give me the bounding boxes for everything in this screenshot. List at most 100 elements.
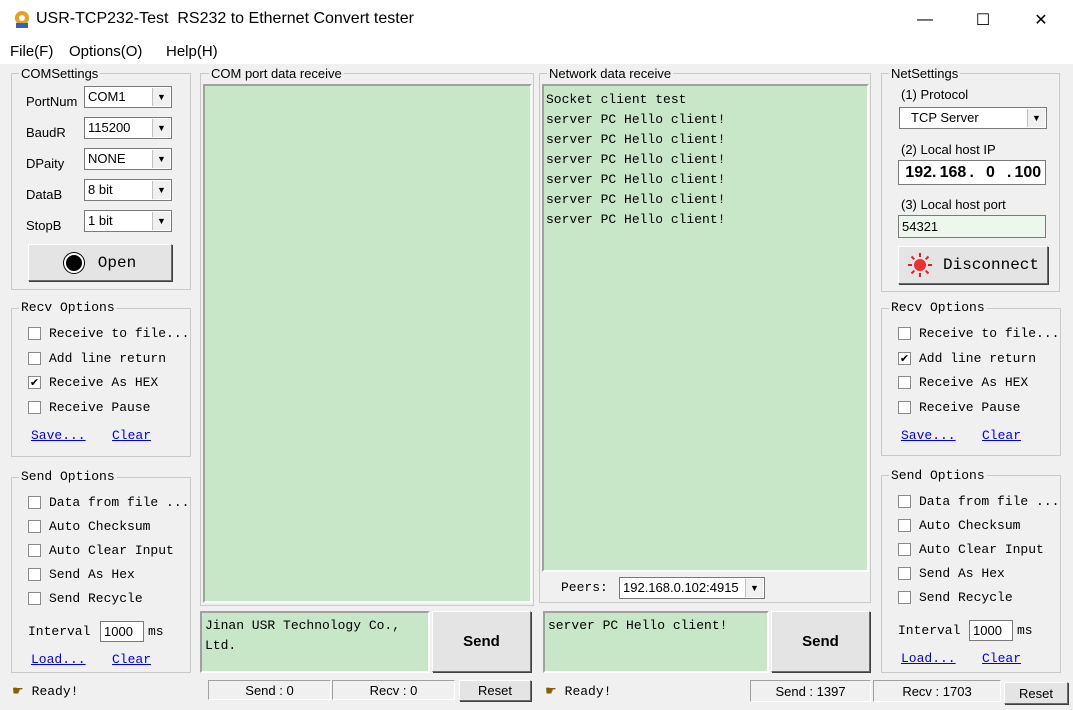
checkbox[interactable] — [28, 327, 41, 340]
checkbox[interactable]: ✔ — [898, 351, 911, 365]
checkbox[interactable] — [28, 568, 41, 581]
close-button[interactable]: ✕ — [1012, 0, 1070, 40]
right-send-clear-link[interactable]: Clear — [982, 651, 1021, 666]
local-ip-input[interactable]: 192. 168. 0. 100 — [898, 160, 1046, 185]
right-recv-option-label: Receive As HEX — [919, 375, 1029, 390]
right-interval-input[interactable]: 1000 — [969, 620, 1013, 641]
open-label: Open — [97, 253, 137, 272]
right-send-option-3[interactable]: Send As Hex — [898, 566, 1005, 581]
checkbox[interactable] — [28, 400, 41, 414]
right-save-link[interactable]: Save... — [901, 428, 956, 443]
disconnect-button[interactable]: Disconnect — [898, 246, 1048, 284]
checkbox[interactable] — [28, 544, 41, 557]
com-receive-area[interactable] — [203, 84, 532, 603]
right-send-option-label: Send As Hex — [919, 566, 1005, 581]
chevron-down-icon[interactable]: ▼ — [152, 181, 170, 199]
right-send-option-label: Auto Clear Input — [919, 542, 1044, 557]
ip-octet-1[interactable]: 192 — [899, 164, 932, 182]
chevron-down-icon[interactable]: ▼ — [745, 579, 763, 597]
right-reset-button[interactable]: Reset — [1004, 682, 1068, 704]
checkbox[interactable] — [28, 496, 41, 509]
chevron-down-icon[interactable]: ▼ — [152, 150, 170, 168]
checkbox[interactable] — [898, 567, 911, 580]
left-save-link[interactable]: Save... — [31, 428, 86, 443]
dpaity-select[interactable]: NONE ▼ — [84, 148, 172, 170]
baudr-select[interactable]: 115200 ▼ — [84, 117, 172, 139]
disconnect-label: Disconnect — [942, 256, 1039, 274]
net-send-input[interactable]: server PC Hello client! — [543, 611, 769, 673]
left-recv-option-3[interactable]: Receive Pause — [28, 400, 150, 415]
portnum-select[interactable]: COM1 ▼ — [84, 86, 172, 108]
net-send-button[interactable]: Send — [771, 611, 870, 672]
checkbox[interactable] — [898, 376, 911, 389]
right-send-option-1[interactable]: Auto Checksum — [898, 518, 1020, 533]
checkbox[interactable] — [898, 327, 911, 340]
left-recv-option-2[interactable]: ✔ Receive As HEX — [28, 375, 158, 390]
left-send-option-4[interactable]: Send Recycle — [28, 591, 143, 606]
checkbox[interactable] — [28, 592, 41, 605]
right-send-option-0[interactable]: Data from file ... — [898, 494, 1059, 509]
left-send-option-0[interactable]: Data from file ... — [28, 495, 189, 510]
left-load-link[interactable]: Load... — [31, 652, 86, 667]
checkbox[interactable]: ✔ — [28, 376, 41, 389]
com-send-button[interactable]: Send — [432, 611, 531, 672]
left-send-option-1[interactable]: Auto Checksum — [28, 519, 150, 534]
checkbox[interactable] — [28, 351, 41, 365]
menu-file[interactable]: File(F) — [10, 43, 53, 60]
com-send-input[interactable]: Jinan USR Technology Co., Ltd. — [200, 611, 430, 673]
protocol-select[interactable]: TCP Server ▼ — [899, 107, 1047, 129]
left-send-option-label: Auto Checksum — [49, 519, 151, 534]
open-button[interactable]: Open — [28, 244, 172, 281]
right-send-option-4[interactable]: Send Recycle — [898, 590, 1013, 605]
datab-select[interactable]: 8 bit ▼ — [84, 179, 172, 201]
local-ip-label: (2) Local host IP — [901, 142, 996, 157]
stopb-select[interactable]: 1 bit ▼ — [84, 210, 172, 232]
maximize-button[interactable]: ☐ — [954, 0, 1012, 40]
left-send-option-label: Auto Clear Input — [49, 543, 174, 558]
dpaity-value: NONE — [88, 151, 126, 166]
checkbox[interactable] — [898, 591, 911, 604]
left-interval-input[interactable]: 1000 — [100, 621, 144, 642]
left-send-option-2[interactable]: Auto Clear Input — [28, 543, 174, 558]
left-reset-button[interactable]: Reset — [459, 680, 531, 701]
left-recv-clear-link[interactable]: Clear — [112, 428, 151, 443]
checkbox[interactable] — [898, 519, 911, 532]
net-send-text: server PC Hello client! — [548, 618, 728, 633]
ip-octet-3[interactable]: 0 — [974, 164, 1007, 182]
net-receive-area[interactable]: Socket client test server PC Hello client… — [542, 84, 869, 572]
net-receive-line: server PC Hello client! — [546, 132, 726, 147]
right-recv-option-3[interactable]: Receive Pause — [898, 400, 1020, 415]
checkbox[interactable] — [898, 495, 911, 508]
ip-octet-4[interactable]: 100 — [1011, 164, 1044, 182]
left-recv-option-0[interactable]: Receive to file... — [28, 326, 189, 341]
minimize-button[interactable]: — — [896, 0, 954, 40]
right-load-link[interactable]: Load... — [901, 651, 956, 666]
left-send-clear-link[interactable]: Clear — [112, 652, 151, 667]
chevron-down-icon[interactable]: ▼ — [152, 88, 170, 106]
net-receive-line: Socket client test — [546, 92, 687, 107]
right-recv-option-1[interactable]: ✔ Add line return — [898, 351, 1036, 366]
checkbox[interactable] — [898, 400, 911, 414]
left-recv-count: Recv : 0 — [332, 680, 455, 700]
right-recv-option-0[interactable]: Receive to file... — [898, 326, 1059, 341]
peers-select[interactable]: 192.168.0.102:4915 ▼ — [619, 577, 765, 599]
chevron-down-icon[interactable]: ▼ — [1027, 109, 1045, 127]
local-port-input[interactable]: 54321 — [898, 215, 1046, 238]
ip-octet-2[interactable]: 168 — [936, 164, 969, 182]
menu-options[interactable]: Options(O) — [69, 43, 142, 60]
peers-label: Peers: — [561, 580, 608, 595]
menu-help[interactable]: Help(H) — [166, 43, 218, 60]
right-recv-clear-link[interactable]: Clear — [982, 428, 1021, 443]
right-recv-option-2[interactable]: Receive As HEX — [898, 375, 1028, 390]
checkbox[interactable] — [898, 543, 911, 556]
chevron-down-icon[interactable]: ▼ — [152, 212, 170, 230]
window-title: USR-TCP232-Test RS232 to Ethernet Conver… — [36, 10, 414, 27]
disconnect-icon — [907, 253, 932, 277]
hand-pointer-icon: ☛ — [12, 684, 24, 699]
right-interval-unit: ms — [1017, 623, 1033, 638]
right-send-option-2[interactable]: Auto Clear Input — [898, 542, 1044, 557]
checkbox[interactable] — [28, 520, 41, 533]
chevron-down-icon[interactable]: ▼ — [152, 119, 170, 137]
left-recv-option-1[interactable]: Add line return — [28, 351, 166, 366]
left-send-option-3[interactable]: Send As Hex — [28, 567, 135, 582]
